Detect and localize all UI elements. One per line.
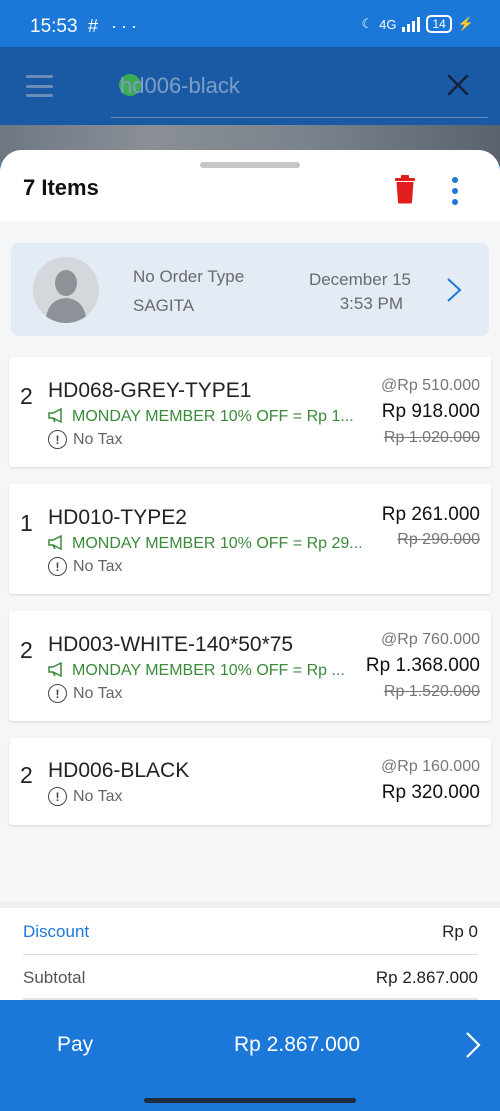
promo-text: MONDAY MEMBER 10% OFF = Rp ...	[72, 662, 345, 679]
info-circle-icon: !	[48, 684, 67, 703]
item-qty: 2	[20, 762, 33, 788]
drag-handle[interactable]	[200, 162, 300, 168]
divider	[23, 954, 478, 955]
megaphone-icon	[48, 662, 62, 678]
promo-text: MONDAY MEMBER 10% OFF = Rp 29...	[72, 535, 363, 552]
chevron-right-icon[interactable]	[445, 276, 463, 304]
item-qty: 2	[20, 637, 33, 663]
cart-item[interactable]: 1 HD010-TYPE2 MONDAY MEMBER 10% OFF = Rp…	[9, 484, 491, 594]
total-price: Rp 261.000	[381, 504, 480, 525]
chevron-right-icon	[466, 1032, 481, 1058]
tax-text: No Tax	[73, 684, 123, 702]
close-icon[interactable]	[446, 73, 470, 97]
total-price: Rp 320.000	[381, 782, 480, 803]
unit-price: @Rp 160.000	[381, 758, 480, 775]
tax-line: ! No Tax	[48, 684, 123, 703]
tax-line: ! No Tax	[48, 430, 123, 449]
info-circle-icon: !	[48, 557, 67, 576]
order-info-card[interactable]: No Order Type SAGITA December 15 3:53 PM	[11, 243, 489, 336]
tax-text: No Tax	[73, 430, 123, 448]
order-date: December 15	[308, 270, 411, 289]
pay-amount: Rp 2.867.000	[234, 1033, 361, 1056]
tax-text: No Tax	[73, 557, 123, 575]
discount-link[interactable]: Discount	[23, 922, 89, 942]
item-name: HD003-WHITE-140*50*75	[48, 633, 294, 656]
megaphone-icon	[48, 408, 62, 424]
home-indicator[interactable]	[144, 1098, 356, 1103]
more-vert-icon[interactable]	[450, 177, 460, 205]
item-name: HD006-BLACK	[48, 759, 190, 782]
total-price: Rp 918.000	[381, 401, 480, 422]
cart-item[interactable]: 2 HD006-BLACK ! No Tax @Rp 160.000 Rp 32…	[9, 738, 491, 825]
original-price: Rp 1.520.000	[383, 683, 480, 700]
subtotal-label: Subtotal	[23, 968, 86, 987]
item-name: HD010-TYPE2	[48, 506, 187, 529]
total-price: Rp 1.368.000	[365, 655, 480, 676]
network-label: 4G	[379, 16, 397, 32]
customer-name: SAGITA	[133, 296, 195, 315]
signal-icon	[402, 16, 421, 32]
megaphone-icon	[48, 535, 62, 551]
cart-item[interactable]: 2 HD003-WHITE-140*50*75 MONDAY MEMBER 10…	[9, 611, 491, 721]
order-time: 3:53 PM	[339, 294, 403, 313]
moon-icon: ☾	[361, 16, 374, 31]
system-nav-bar	[0, 1090, 500, 1111]
trash-icon[interactable]	[393, 174, 417, 204]
promo-text: MONDAY MEMBER 10% OFF = Rp 1...	[72, 408, 354, 425]
info-circle-icon: !	[48, 787, 67, 806]
item-qty: 2	[20, 383, 33, 409]
unit-price: @Rp 760.000	[381, 631, 480, 648]
original-price: Rp 1.020.000	[383, 429, 480, 446]
search-input[interactable]: hd006-black	[120, 73, 240, 99]
subtotal-value: Rp 2.867.000	[375, 968, 478, 987]
tax-line: ! No Tax	[48, 787, 123, 806]
promo-line: MONDAY MEMBER 10% OFF = Rp 29...	[48, 535, 366, 553]
items-count-title: 7 Items	[23, 175, 99, 200]
tax-line: ! No Tax	[48, 557, 123, 576]
item-name: HD068-GREY-TYPE1	[48, 379, 252, 402]
order-type: No Order Type	[133, 267, 245, 286]
promo-line: MONDAY MEMBER 10% OFF = Rp ...	[48, 662, 348, 680]
battery-icon: 14	[426, 15, 452, 33]
menu-icon[interactable]	[26, 75, 53, 97]
search-header: hd006-black	[0, 47, 500, 125]
discount-value: Rp 0	[442, 922, 478, 941]
status-indicators: ☾ 4G 14 ⚡	[361, 15, 474, 33]
promo-line: MONDAY MEMBER 10% OFF = Rp 1...	[48, 408, 366, 426]
status-time: 15:53	[30, 16, 78, 37]
item-qty: 1	[20, 510, 33, 536]
cart-item[interactable]: 2 HD068-GREY-TYPE1 MONDAY MEMBER 10% OFF…	[9, 357, 491, 467]
info-circle-icon: !	[48, 430, 67, 449]
unit-price: @Rp 510.000	[381, 377, 480, 394]
status-bar: 15:53 # ··· ☾ 4G 14 ⚡	[0, 0, 500, 52]
avatar-icon	[33, 257, 99, 323]
original-price: Rp 290.000	[397, 531, 480, 548]
search-underline	[111, 117, 488, 118]
notification-icons: # ···	[88, 16, 141, 36]
tax-text: No Tax	[73, 787, 123, 805]
sheet-header: 7 Items	[0, 150, 500, 222]
pay-label: Pay	[57, 1033, 94, 1056]
order-summary: Discount Rp 0 Subtotal Rp 2.867.000	[0, 902, 500, 1005]
charging-icon: ⚡	[457, 16, 474, 31]
pay-button[interactable]: Pay Rp 2.867.000	[0, 1000, 500, 1090]
cart-sheet: 7 Items No Order Type SAGITA December 15…	[0, 150, 500, 1005]
